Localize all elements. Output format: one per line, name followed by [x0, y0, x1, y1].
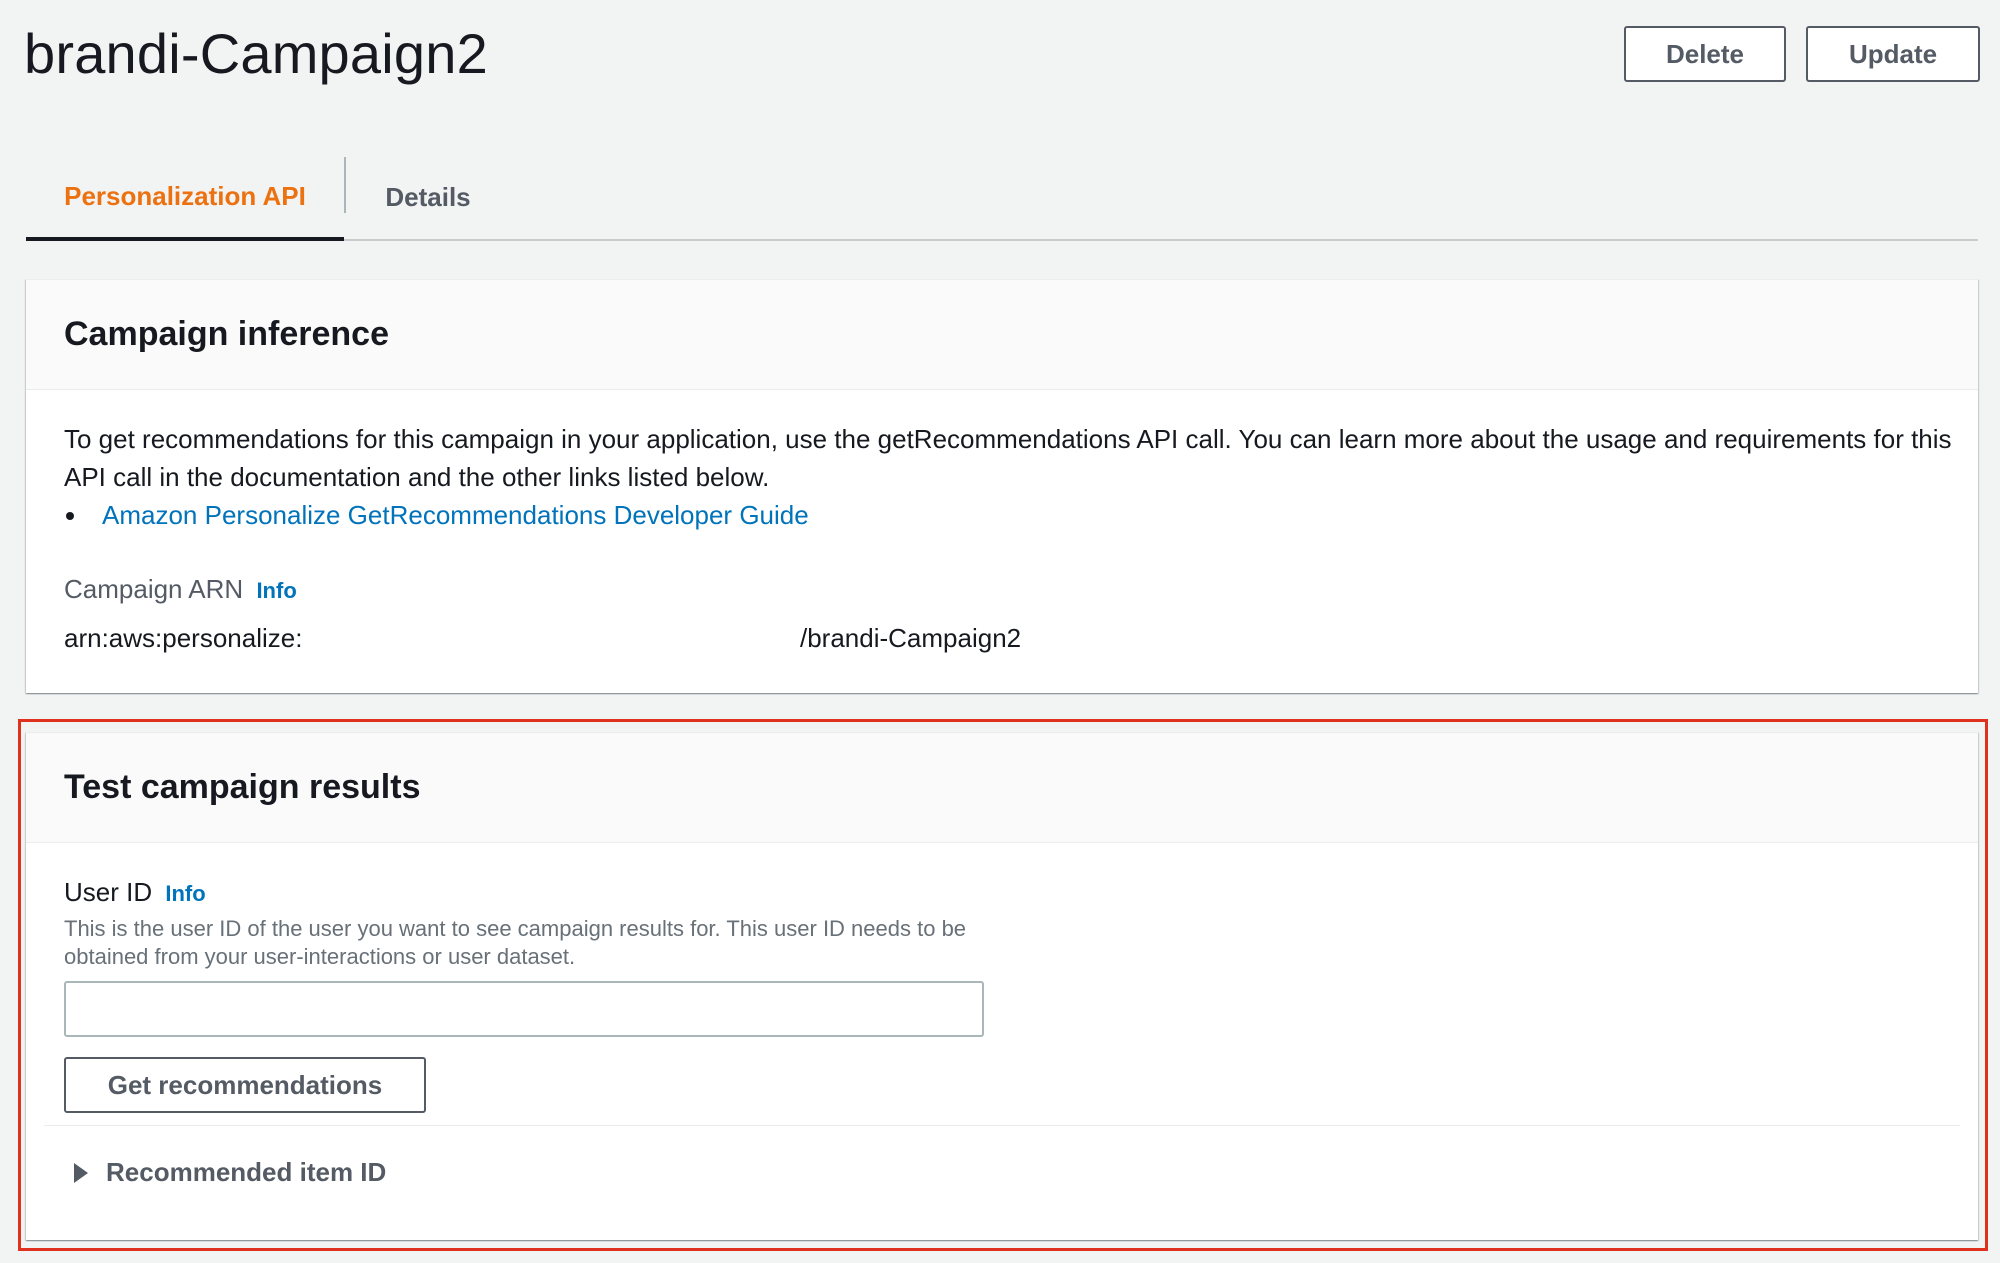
- recommended-item-id-expander[interactable]: Recommended item ID: [74, 1157, 386, 1188]
- campaign-arn-label-row: Campaign ARN Info: [64, 572, 1940, 608]
- campaign-inference-header: Campaign inference: [26, 280, 1978, 390]
- tab-personalization-api[interactable]: Personalization API: [26, 155, 344, 241]
- test-campaign-body: User ID Info This is the user ID of the …: [26, 843, 1978, 1113]
- page-header: brandi-Campaign2 Delete Update: [24, 18, 1980, 90]
- test-campaign-title: Test campaign results: [64, 768, 421, 806]
- user-id-input[interactable]: [64, 981, 984, 1037]
- user-id-description: This is the user ID of the user you want…: [64, 916, 967, 969]
- arn-value-suffix: /brandi-Campaign2: [800, 623, 1022, 653]
- inference-description: To get recommendations for this campaign…: [64, 424, 1952, 492]
- test-campaign-header: Test campaign results: [26, 733, 1978, 843]
- header-actions: Delete Update: [1624, 26, 1980, 82]
- update-button[interactable]: Update: [1806, 26, 1980, 82]
- user-id-info-link[interactable]: Info: [165, 881, 205, 906]
- caret-right-icon: [74, 1162, 88, 1183]
- link-list: Amazon Personalize GetRecommendations De…: [64, 496, 1940, 534]
- page-title: brandi-Campaign2: [24, 22, 488, 85]
- delete-button[interactable]: Delete: [1624, 26, 1786, 82]
- campaign-arn-info-link[interactable]: Info: [256, 578, 296, 603]
- user-id-label: User ID: [64, 877, 153, 907]
- list-item: Amazon Personalize GetRecommendations De…: [64, 496, 1940, 534]
- campaign-inference-panel: Campaign inference To get recommendation…: [26, 279, 1978, 693]
- campaign-arn-value: arn:aws:personalize: /brandi-Campaign2: [64, 620, 1940, 656]
- recommended-item-id-label: Recommended item ID: [106, 1157, 387, 1187]
- arn-value-prefix: arn:aws:personalize:: [64, 623, 303, 653]
- user-id-label-row: User ID Info: [64, 875, 1940, 911]
- campaign-inference-title: Campaign inference: [64, 315, 389, 353]
- tab-bar: Personalization API Details: [26, 155, 1978, 241]
- campaign-inference-body: To get recommendations for this campaign…: [26, 390, 1978, 656]
- section-divider: [44, 1125, 1960, 1126]
- test-campaign-panel: Test campaign results User ID Info This …: [26, 732, 1978, 1240]
- campaign-arn-label: Campaign ARN: [64, 574, 244, 604]
- developer-guide-link[interactable]: Amazon Personalize GetRecommendations De…: [102, 500, 809, 530]
- get-recommendations-button[interactable]: Get recommendations: [64, 1057, 426, 1113]
- tab-details[interactable]: Details: [344, 155, 512, 239]
